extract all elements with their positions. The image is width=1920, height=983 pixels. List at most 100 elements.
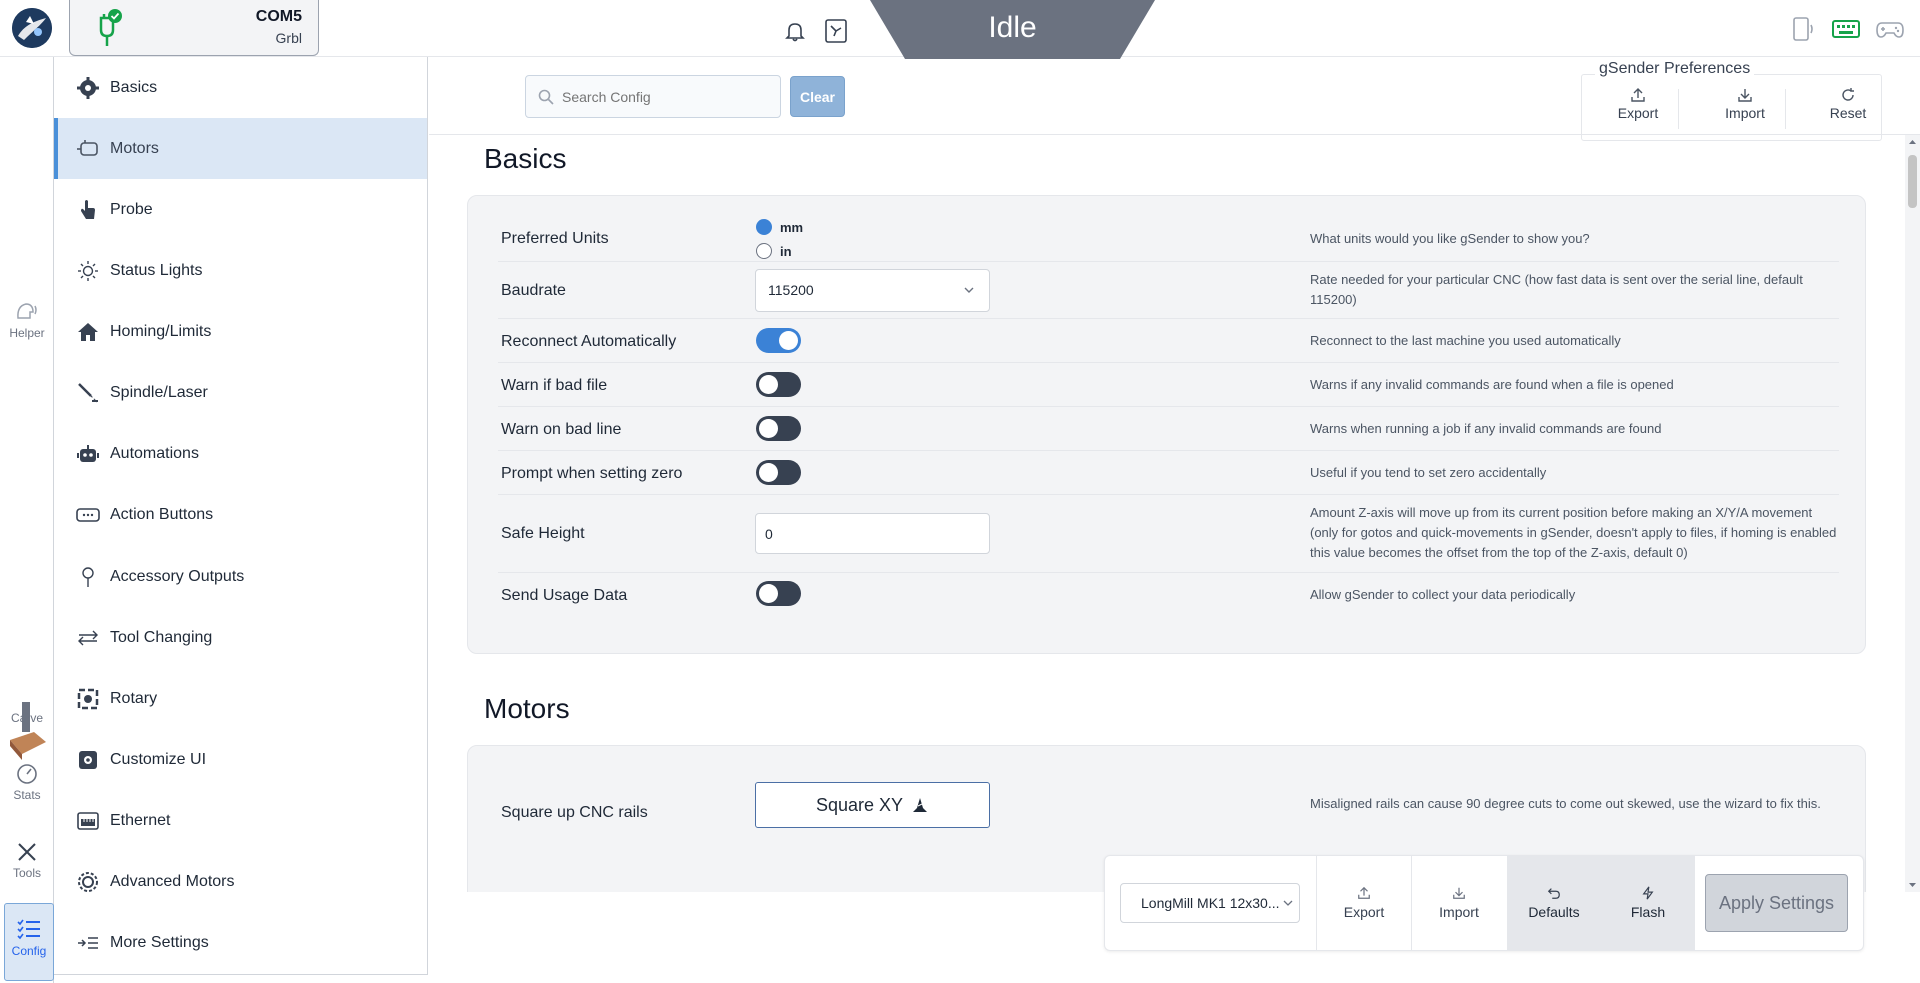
palette-icon: [76, 748, 100, 772]
connection-widget[interactable]: COM5 Grbl: [69, 0, 319, 56]
radio-in[interactable]: [756, 243, 772, 259]
radio-label-in: in: [780, 243, 792, 259]
setting-label: Baudrate: [501, 282, 566, 299]
prefs-export-button[interactable]: Export: [1598, 87, 1678, 121]
search-input[interactable]: [562, 76, 772, 117]
units-option-mm[interactable]: mm: [756, 219, 803, 235]
restore-defaults-label: Defaults: [1528, 904, 1580, 920]
radio-label-mm: mm: [780, 219, 804, 235]
button-icon: [76, 503, 100, 527]
basics-card: Preferred Units mm in What units would y…: [467, 195, 1866, 654]
motor-icon: [76, 137, 100, 161]
safe-height-input[interactable]: [755, 513, 990, 554]
settings-import-button[interactable]: Import: [1412, 856, 1506, 950]
sidebar-item-probe[interactable]: Probe: [54, 188, 427, 232]
config-sidebar: Basics Motors Probe Status Lights Homing…: [54, 57, 428, 975]
sidebar-item-spindle-laser[interactable]: Spindle/Laser: [54, 371, 427, 415]
scroll-down-arrow-icon[interactable]: [1908, 881, 1917, 889]
machine-profile-select[interactable]: LongMill MK1 12x30...: [1120, 883, 1300, 923]
scrollbar-thumb[interactable]: [1908, 155, 1917, 208]
baudrate-value: 115200: [768, 282, 814, 298]
square-xy-label: Square XY: [815, 794, 904, 815]
flash-firmware-label: Flash: [1630, 904, 1666, 920]
rail-label-helper: Helper: [9, 326, 45, 340]
rail-label-tools: Tools: [12, 866, 41, 880]
plugin-icon[interactable]: [824, 18, 848, 44]
setting-row-warn-bad-file: Warn if bad file Warns if any invalid co…: [498, 363, 1839, 407]
warn-bad-file-toggle[interactable]: [756, 372, 801, 397]
home-icon: [76, 320, 100, 344]
prompt-zero-toggle[interactable]: [756, 460, 801, 485]
sidebar-item-label: Accessory Outputs: [110, 568, 245, 585]
swap-arrows-icon: [76, 626, 100, 650]
firmware-name: Grbl: [275, 30, 302, 46]
settings-import-label: Import: [1439, 904, 1479, 920]
keyboard-icon[interactable]: [1831, 16, 1861, 42]
reset-icon: [1842, 88, 1854, 101]
sidebar-item-label: Tool Changing: [110, 629, 213, 646]
laser-icon: [76, 381, 100, 405]
restore-defaults-button[interactable]: Defaults: [1507, 856, 1601, 950]
indent-list-icon: [76, 931, 100, 955]
apply-settings-button[interactable]: Apply Settings: [1705, 874, 1848, 932]
download-icon: [1738, 89, 1752, 102]
sidebar-item-homing-limits[interactable]: Homing/Limits: [54, 310, 427, 354]
units-option-in[interactable]: in: [756, 243, 792, 259]
prefs-import-button[interactable]: Import: [1705, 87, 1785, 121]
rail-item-tools[interactable]: Tools: [0, 840, 54, 880]
rail-item-stats[interactable]: Stats: [0, 762, 54, 802]
reconnect-toggle[interactable]: [756, 328, 801, 353]
setting-description: Useful if you tend to set zero accidenta…: [1310, 465, 1547, 480]
sidebar-item-advanced-motors[interactable]: Advanced Motors: [54, 860, 427, 904]
sidebar-item-label: Homing/Limits: [110, 323, 212, 340]
sidebar-item-tool-changing[interactable]: Tool Changing: [54, 616, 427, 660]
upload-icon: [1358, 886, 1370, 899]
sidebar-item-label: Probe: [110, 201, 153, 218]
settings-action-bar: LongMill MK1 12x30... Export Import Defa…: [1104, 855, 1864, 951]
setting-row-preferred-units: Preferred Units mm in What units would y…: [498, 216, 1839, 262]
rail-item-helper[interactable]: Helper: [0, 300, 54, 340]
settings-export-label: Export: [1343, 904, 1385, 920]
sidebar-item-status-lights[interactable]: Status Lights: [54, 249, 427, 293]
sidebar-item-more-settings[interactable]: More Settings: [54, 921, 427, 965]
sidebar-item-motors[interactable]: Motors: [54, 118, 427, 179]
rail-item-config[interactable]: Config: [4, 903, 54, 981]
setting-label: Reconnect Automatically: [501, 333, 677, 350]
sidebar-item-label: Action Buttons: [110, 506, 214, 523]
gamepad-icon[interactable]: [1875, 16, 1905, 42]
prefs-reset-button[interactable]: Reset: [1808, 87, 1888, 121]
sidebar-item-ethernet[interactable]: Ethernet: [54, 799, 427, 843]
warn-bad-line-toggle[interactable]: [756, 416, 801, 441]
square-xy-wizard-button[interactable]: Square XY: [755, 782, 990, 828]
search-box: [525, 75, 781, 118]
rotary-icon: [76, 687, 100, 711]
settings-export-button[interactable]: Export: [1317, 856, 1411, 950]
sidebar-item-accessory-outputs[interactable]: Accessory Outputs: [54, 555, 427, 599]
undo-icon: [1547, 888, 1560, 899]
gsender-logo: [12, 8, 52, 48]
radio-mm[interactable]: [756, 219, 772, 235]
setting-row-warn-bad-line: Warn on bad line Warns when running a jo…: [498, 407, 1839, 451]
sidebar-item-label: Status Lights: [110, 262, 203, 279]
sun-icon: [76, 259, 100, 283]
advanced-gear-icon: [76, 870, 100, 894]
sidebar-item-action-buttons[interactable]: Action Buttons: [54, 493, 427, 537]
bell-icon[interactable]: [784, 20, 806, 42]
helper-icon: [17, 303, 37, 319]
scroll-up-arrow-icon[interactable]: [1908, 138, 1917, 146]
baudrate-select[interactable]: 115200: [755, 269, 990, 312]
prefs-separator: [1785, 89, 1786, 129]
rail-item-carve[interactable]: Carve: [0, 711, 54, 725]
flash-firmware-button[interactable]: Flash: [1601, 856, 1695, 950]
sidebar-item-automations[interactable]: Automations: [54, 432, 427, 476]
gear-icon: [76, 76, 100, 100]
sidebar-item-basics[interactable]: Basics: [54, 66, 427, 110]
mobile-remote-icon[interactable]: [1788, 16, 1816, 42]
usage-data-toggle[interactable]: [756, 581, 801, 606]
sidebar-item-rotary[interactable]: Rotary: [54, 677, 427, 721]
clear-search-button[interactable]: Clear: [790, 76, 845, 117]
vertical-scrollbar[interactable]: [1905, 135, 1920, 892]
sidebar-item-customize-ui[interactable]: Customize UI: [54, 738, 427, 782]
setting-label: Warn on bad line: [501, 421, 622, 438]
section-title-basics: Basics: [484, 143, 567, 174]
